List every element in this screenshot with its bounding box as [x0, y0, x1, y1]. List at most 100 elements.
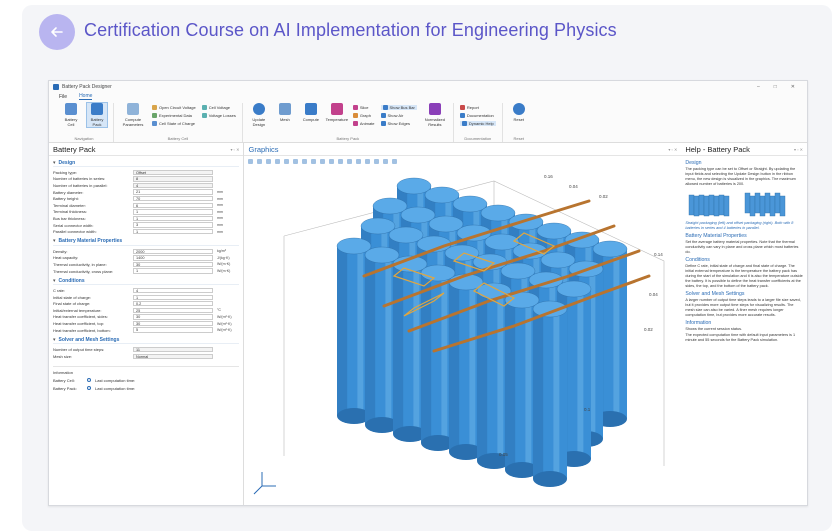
documentation-button[interactable]: Documentation [459, 113, 496, 118]
rotate-icon[interactable] [284, 158, 290, 164]
ribbon-group-reset: Reset Reset [503, 103, 535, 142]
zoom-in-icon[interactable] [248, 158, 254, 164]
mesh-button[interactable]: Mesh [275, 103, 295, 122]
experimental-data-button[interactable]: Experimental Data [152, 113, 196, 118]
param-input[interactable]: 1 [133, 209, 213, 215]
scene-light-icon[interactable] [338, 158, 344, 164]
section-material: Battery Material Properties Density: 2000 k… [53, 238, 240, 274]
view-yz-icon[interactable] [311, 158, 317, 164]
slice-button[interactable]: Slice [352, 105, 375, 110]
transparency-icon[interactable] [347, 158, 353, 164]
param-input[interactable]: 70 [133, 195, 213, 202]
compute-button[interactable]: Compute [301, 103, 321, 122]
param-input[interactable]: 30 [133, 261, 213, 268]
graph-icon [352, 113, 358, 118]
param-label: Thermal conductivity, cross plane: [53, 268, 114, 274]
param-unit: J/(kg·K) [217, 255, 230, 260]
show-bus-bar-label: Show Bus Bar [389, 105, 415, 110]
param-unit: kg/m³ [217, 249, 226, 254]
axis-icon[interactable] [374, 158, 380, 164]
param-row: Density: 2000 kg/m³ [53, 248, 239, 255]
help-heading: Design [685, 160, 702, 166]
param-unit: W/(m·K) [217, 262, 231, 267]
axis-tick-label: 0.04 [569, 184, 578, 189]
param-input[interactable]: 1 [133, 294, 213, 300]
param-input[interactable]: 6 [133, 202, 213, 208]
menu-file[interactable]: File [59, 94, 67, 100]
wireframe-icon[interactable] [356, 158, 362, 164]
screenshot-icon[interactable] [383, 158, 389, 164]
param-input[interactable]: 25 [133, 307, 213, 314]
param-input[interactable]: 1 [133, 215, 213, 222]
panel-controls-icon[interactable]: ▾ ▫ ✕ [668, 147, 681, 152]
help-heading: Conditions [685, 257, 710, 263]
open-circuit-voltage-button[interactable]: Open Circuit Voltage [152, 105, 196, 110]
param-input[interactable]: 1 [133, 228, 213, 235]
param-input[interactable]: 1400 [133, 255, 213, 261]
view-3d-icon[interactable] [329, 158, 335, 164]
section-heading[interactable]: Battery Material Properties [53, 238, 240, 246]
voltage-losses-button[interactable]: Voltage Losses [201, 113, 236, 118]
print-icon[interactable] [392, 158, 398, 164]
settings-panel-title-text: Battery Pack [53, 144, 96, 154]
grid-icon[interactable] [365, 158, 371, 164]
panel-controls-icon[interactable]: ▾ ▫ ✕ [794, 147, 807, 152]
report-button[interactable]: Report [459, 105, 496, 110]
param-select[interactable]: Offset [133, 169, 213, 175]
param-select[interactable]: 4 [133, 182, 213, 189]
cell-soc-label: Cell State of Charge [159, 121, 196, 126]
param-row: Parallel connector width: 1 mm [53, 228, 239, 235]
battery-pack-3d-view[interactable]: 0.16 0.04 0.02 0.14 0.04 0.02 0.1 0.05 [244, 166, 682, 505]
param-select[interactable]: Normal [133, 353, 213, 360]
param-label: Number of batteries in series: [53, 176, 106, 182]
animate-button[interactable]: Animate [352, 121, 375, 126]
show-bus-bar-toggle[interactable]: Show Bus Bar [380, 105, 417, 110]
zoom-box-icon[interactable] [266, 158, 272, 164]
maximize-icon[interactable]: □ [774, 84, 777, 90]
menu-home[interactable]: Home [79, 93, 93, 100]
section-heading[interactable]: Conditions [53, 277, 240, 286]
param-input[interactable]: 2000 [133, 248, 213, 254]
param-input[interactable]: 0.2 [133, 301, 213, 307]
param-label: Initial/external temperature: [53, 307, 102, 313]
param-input[interactable]: 5 [133, 327, 213, 333]
compute-parameters-button[interactable]: Compute Parameters [120, 103, 146, 127]
close-icon[interactable]: ✕ [791, 84, 795, 90]
param-input[interactable]: 3 [133, 222, 213, 228]
param-input[interactable]: 1 [133, 268, 213, 274]
cell-voltage-button[interactable]: Cell Voltage [201, 105, 236, 110]
temperature-button[interactable]: Temperature [326, 103, 348, 122]
param-select[interactable]: 11 [133, 347, 213, 353]
compute-parameters-label: Compute Parameters [122, 117, 144, 127]
normalized-results-button[interactable]: Normalized Results [423, 103, 447, 127]
show-edges-toggle[interactable]: Show Edges [380, 121, 417, 126]
view-xy-icon[interactable] [302, 158, 308, 164]
cell-soc-button[interactable]: Cell State of Charge [152, 121, 196, 126]
update-design-button[interactable]: Update Design [249, 103, 269, 127]
view-zx-icon[interactable] [320, 158, 326, 164]
graph-button[interactable]: Graph [352, 113, 375, 118]
param-input[interactable]: 30 [133, 320, 213, 327]
zoom-extents-icon[interactable] [275, 158, 281, 164]
battery-pack-button[interactable]: Battery Pack [86, 102, 108, 128]
dynamic-help-toggle[interactable]: Dynamic Help [459, 121, 496, 126]
section-heading[interactable]: Solver and Mesh Settings [53, 336, 240, 345]
param-input[interactable]: 21 [133, 189, 213, 195]
help-panel: Help - Battery Pack ▾ ▫ ✕ Design The pack… [681, 143, 807, 505]
param-select[interactable]: 8 [133, 176, 213, 182]
reset-button[interactable]: Reset [509, 103, 529, 122]
back-button[interactable] [39, 14, 75, 50]
help-heading: Battery Material Properties [685, 233, 747, 239]
show-air-toggle[interactable]: Show Air [380, 113, 417, 118]
zoom-out-icon[interactable] [257, 158, 263, 164]
navigation-group-label: Navigation [74, 136, 94, 141]
ribbon-group-battery-pack: Update Design Mesh Compute Temperature S… [243, 103, 454, 142]
battery-cell-button[interactable]: Battery Cell [61, 103, 81, 127]
param-input[interactable]: 4 [133, 287, 213, 294]
minimize-icon[interactable]: – [757, 84, 760, 90]
param-input[interactable]: 30 [133, 314, 213, 320]
select-icon[interactable] [293, 158, 299, 164]
help-caption: Straight packaging (left) and offset pac… [685, 221, 794, 230]
panel-controls-icon[interactable]: ▾ ▫ ✕ [230, 147, 243, 152]
section-heading[interactable]: Design [53, 159, 240, 167]
